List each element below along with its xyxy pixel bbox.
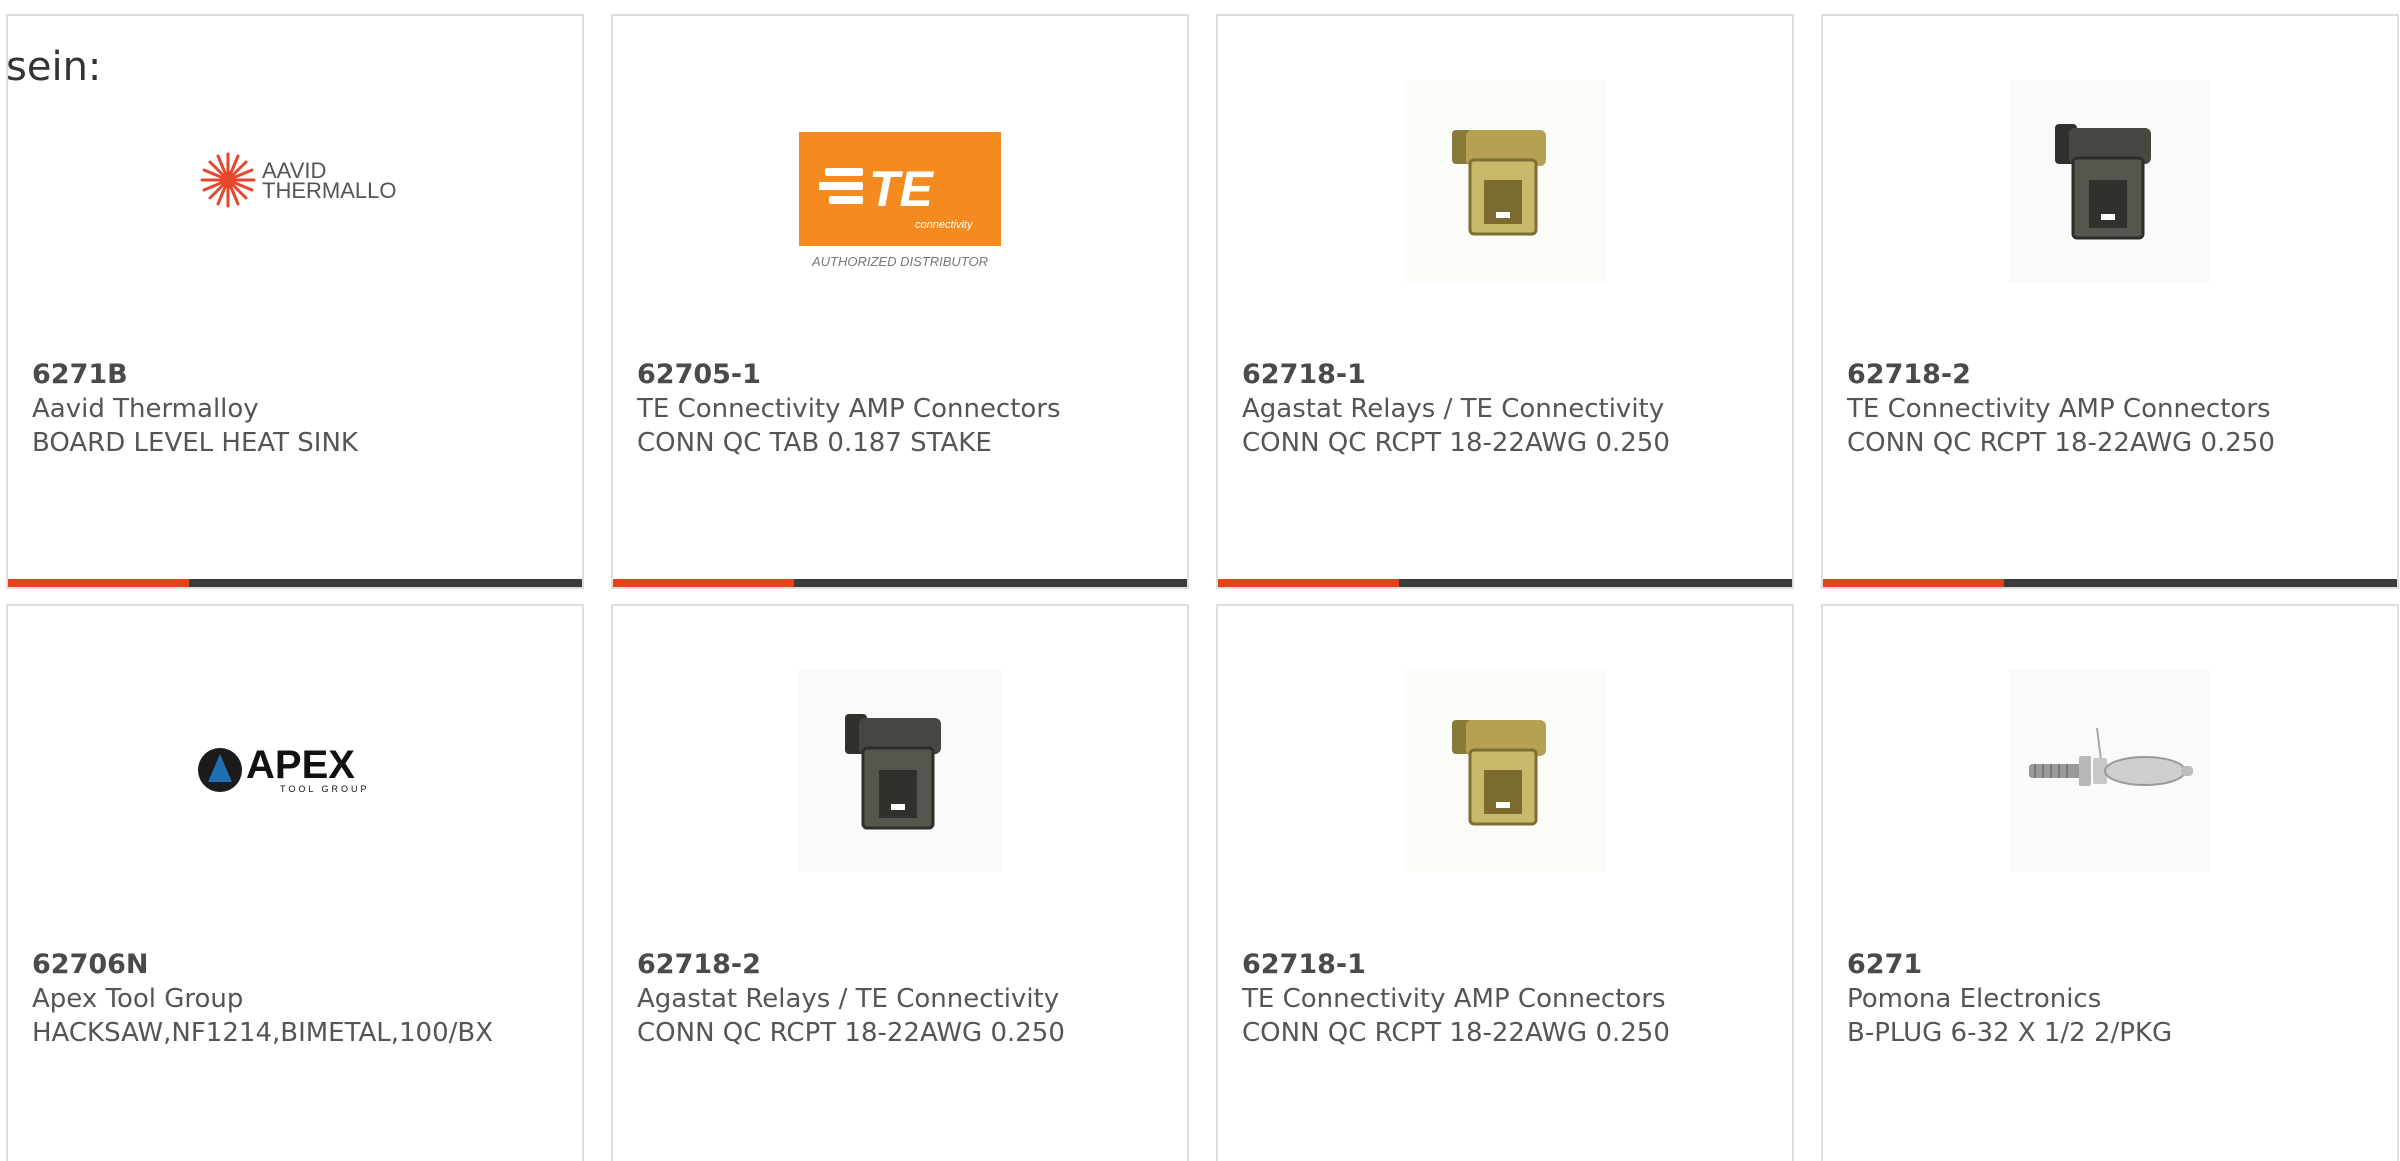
manufacturer: TE Connectivity AMP Connectors	[1847, 394, 2271, 424]
card-accent-bar	[1218, 579, 1792, 587]
product-card[interactable]: 62718-2 TE Connectivity AMP Connectors C…	[1821, 14, 2399, 589]
dark-quick-connect-icon	[845, 714, 941, 830]
part-number[interactable]: 6271B	[32, 358, 562, 392]
product-card[interactable]: TE connectivity AUTHORIZED DISTRIBUTOR 6…	[611, 14, 1189, 589]
manufacturer: Aavid Thermalloy	[32, 394, 259, 424]
card-accent-bar	[8, 579, 582, 587]
part-number[interactable]: 62706N	[32, 948, 562, 982]
product-info: 62706N Apex Tool Group HACKSAW,NF1214,BI…	[32, 948, 562, 1050]
product-grid: AAVID THERMALLOY 6271B Aavid Thermalloy …	[0, 0, 2400, 1161]
description: B-PLUG 6-32 X 1/2 2/PKG	[1847, 1018, 2173, 1048]
part-number[interactable]: 62705-1	[637, 358, 1167, 392]
description: CONN QC RCPT 18-22AWG 0.250	[1242, 1018, 1670, 1048]
product-info: 6271B Aavid Thermalloy BOARD LEVEL HEAT …	[32, 358, 562, 460]
part-number[interactable]: 6271	[1847, 948, 2377, 982]
description: HACKSAW,NF1214,BIMETAL,100/BX	[32, 1018, 494, 1048]
product-card[interactable]: 62718-1 Agastat Relays / TE Connectivity…	[1216, 14, 1794, 589]
svg-text:APEX: APEX	[246, 743, 355, 787]
manufacturer: TE Connectivity AMP Connectors	[637, 394, 1061, 424]
product-info: 62705-1 TE Connectivity AMP Connectors C…	[637, 358, 1167, 460]
svg-text:THERMALLOY: THERMALLOY	[262, 178, 396, 203]
banana-plug-icon	[2029, 727, 2193, 786]
manufacturer: Pomona Electronics	[1847, 984, 2102, 1014]
manufacturer: Apex Tool Group	[32, 984, 244, 1014]
dark-quick-connect-icon	[2055, 124, 2151, 240]
product-image[interactable]	[799, 670, 1001, 872]
product-card[interactable]: APEX TOOL GROUP 62706N Apex Tool Group H…	[6, 604, 584, 1161]
description: CONN QC RCPT 18-22AWG 0.250	[1847, 428, 2275, 458]
part-number[interactable]: 62718-1	[1242, 358, 1772, 392]
product-image[interactable]	[2009, 670, 2211, 872]
product-card[interactable]: 62718-2 Agastat Relays / TE Connectivity…	[611, 604, 1189, 1161]
product-image[interactable]	[1404, 670, 1606, 872]
part-number[interactable]: 62718-1	[1242, 948, 1772, 982]
aavid-thermalloy-logo: AAVID THERMALLOY	[200, 152, 396, 208]
product-info: 62718-1 TE Connectivity AMP Connectors C…	[1242, 948, 1772, 1050]
svg-text:connectivity: connectivity	[915, 219, 974, 231]
description: CONN QC RCPT 18-22AWG 0.250	[637, 1018, 1065, 1048]
product-card[interactable]: AAVID THERMALLOY 6271B Aavid Thermalloy …	[6, 14, 584, 589]
svg-text:TE: TE	[869, 161, 935, 217]
svg-text:AUTHORIZED DISTRIBUTOR: AUTHORIZED DISTRIBUTOR	[811, 254, 988, 269]
product-image[interactable]: AAVID THERMALLOY	[194, 80, 396, 282]
product-card[interactable]: 6271 Pomona Electronics B-PLUG 6-32 X 1/…	[1821, 604, 2399, 1161]
brass-quick-connect-icon	[1452, 720, 1546, 826]
svg-text:TOOL GROUP: TOOL GROUP	[280, 784, 370, 794]
manufacturer: Agastat Relays / TE Connectivity	[637, 984, 1060, 1014]
product-info: 62718-2 TE Connectivity AMP Connectors C…	[1847, 358, 2377, 460]
apex-tool-group-logo: APEX TOOL GROUP	[198, 743, 370, 794]
product-image[interactable]: TE connectivity AUTHORIZED DISTRIBUTOR	[799, 80, 1001, 282]
product-info: 62718-1 Agastat Relays / TE Connectivity…	[1242, 358, 1772, 460]
product-info: 62718-2 Agastat Relays / TE Connectivity…	[637, 948, 1167, 1050]
description: BOARD LEVEL HEAT SINK	[32, 428, 358, 458]
description: CONN QC RCPT 18-22AWG 0.250	[1242, 428, 1670, 458]
product-image[interactable]	[2009, 80, 2211, 282]
manufacturer: Agastat Relays / TE Connectivity	[1242, 394, 1665, 424]
product-card[interactable]: 62718-1 TE Connectivity AMP Connectors C…	[1216, 604, 1794, 1161]
te-connectivity-logo: TE connectivity AUTHORIZED DISTRIBUTOR	[799, 132, 1001, 269]
part-number[interactable]: 62718-2	[1847, 358, 2377, 392]
intro-text: sein:	[6, 44, 102, 90]
product-image[interactable]	[1404, 80, 1606, 282]
part-number[interactable]: 62718-2	[637, 948, 1167, 982]
card-accent-bar	[613, 579, 1187, 587]
brass-quick-connect-icon	[1452, 130, 1546, 236]
card-accent-bar	[1823, 579, 2397, 587]
description: CONN QC TAB 0.187 STAKE	[637, 428, 992, 458]
manufacturer: TE Connectivity AMP Connectors	[1242, 984, 1666, 1014]
product-info: 6271 Pomona Electronics B-PLUG 6-32 X 1/…	[1847, 948, 2377, 1050]
product-image[interactable]: APEX TOOL GROUP	[194, 670, 396, 872]
